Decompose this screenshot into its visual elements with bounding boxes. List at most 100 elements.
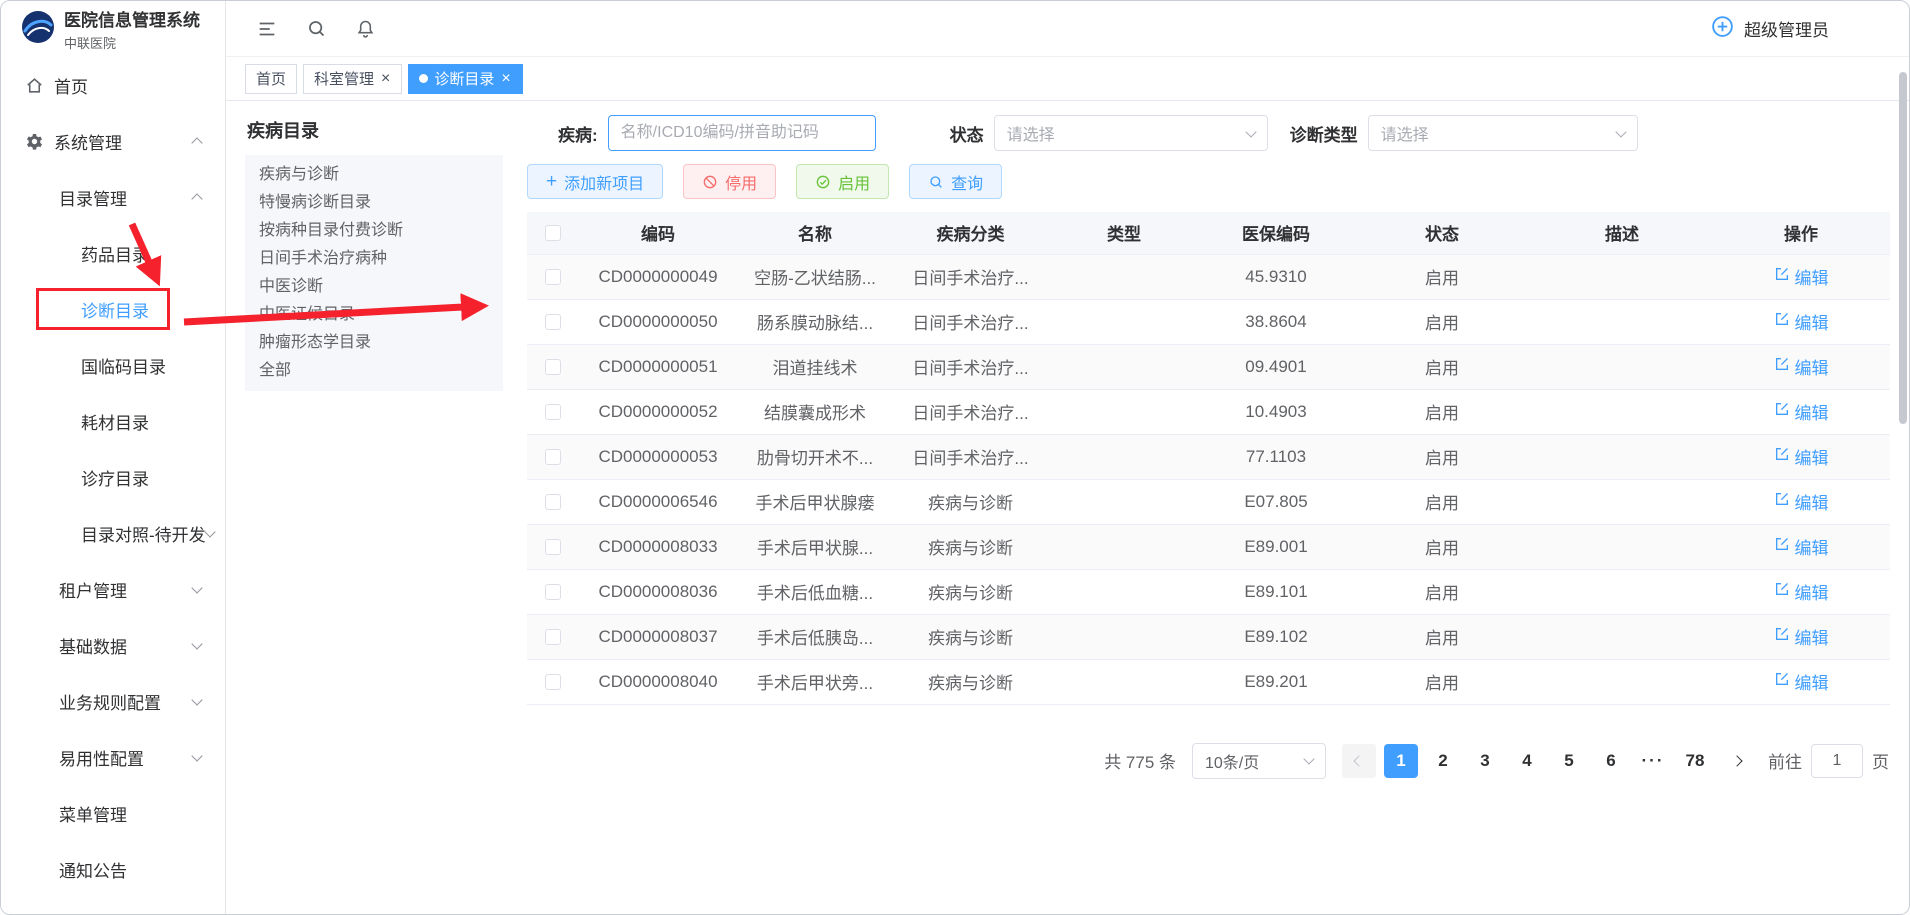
edit-button[interactable]: 编辑 (1774, 444, 1829, 469)
chevron-down-icon (1615, 126, 1626, 137)
column-header-5: 状态 (1352, 212, 1532, 254)
catalog-item-4[interactable]: 中医诊断 (245, 273, 503, 301)
disable-button[interactable]: 停用 (683, 164, 776, 199)
disease-filter-label: 疾病: (558, 121, 598, 146)
sidebar-item-6[interactable]: 耗材目录 (1, 393, 225, 449)
select-all-cell (527, 212, 579, 254)
sidebar-item-5[interactable]: 国临码目录 (1, 337, 225, 393)
chevron-down-icon (191, 694, 202, 705)
diagnosis-type-select[interactable]: 请选择 (1368, 115, 1638, 151)
chevron-down-icon (191, 582, 202, 593)
query-button[interactable]: 查询 (909, 164, 1002, 199)
plus-icon: + (546, 172, 557, 191)
pagination-page-78[interactable]: 78 (1678, 744, 1712, 778)
edit-button[interactable]: 编辑 (1774, 264, 1829, 289)
column-header-1: 名称 (737, 212, 893, 254)
column-header-0: 编码 (579, 212, 737, 254)
sidebar-item-8[interactable]: 目录对照-待开发 (1, 505, 225, 561)
close-icon[interactable]: × (500, 71, 511, 87)
main-area: 超级管理员 首页科室管理×诊断目录× 疾病目录 疾病与诊断特慢病诊断目录按病种目… (226, 1, 1909, 914)
sidebar-item-label: 诊疗目录 (81, 465, 149, 490)
catalog-item-5[interactable]: 中医证候目录 (245, 301, 503, 329)
page-size-select[interactable]: 10条/页 (1192, 743, 1326, 779)
search-icon[interactable] (306, 18, 327, 39)
row-checkbox[interactable] (545, 269, 561, 285)
row-checkbox[interactable] (545, 629, 561, 645)
edit-button[interactable]: 编辑 (1774, 669, 1829, 694)
select-all-checkbox[interactable] (545, 225, 561, 241)
sidebar-item-14[interactable]: 通知公告 (1, 841, 225, 897)
goto-page-input[interactable] (1811, 744, 1863, 778)
search-icon (928, 174, 944, 190)
catalog-item-0[interactable]: 疾病与诊断 (245, 161, 503, 189)
close-icon[interactable]: × (380, 71, 391, 87)
sidebar-item-4[interactable]: 诊断目录 (1, 281, 225, 337)
table-row: CD0000008033手术后甲状腺...疾病与诊断E89.001启用编辑 (527, 524, 1890, 569)
edit-button[interactable]: 编辑 (1774, 624, 1829, 649)
edit-button[interactable]: 编辑 (1774, 399, 1829, 424)
pagination-page-5[interactable]: 5 (1552, 744, 1586, 778)
status-select[interactable]: 请选择 (994, 115, 1268, 151)
pagination-page-2[interactable]: 2 (1426, 744, 1460, 778)
bell-icon[interactable] (355, 18, 376, 39)
catalog-item-7[interactable]: 全部 (245, 357, 503, 385)
row-checkbox[interactable] (545, 314, 561, 330)
sidebar: 医院信息管理系统 中联医院 首页系统管理目录管理药品目录诊断目录国临码目录耗材目… (1, 1, 226, 914)
cell-name: 手术后低胰岛... (737, 614, 893, 659)
hamburger-icon[interactable] (256, 18, 278, 40)
row-checkbox[interactable] (545, 539, 561, 555)
sidebar-item-2[interactable]: 目录管理 (1, 169, 225, 225)
enable-button[interactable]: 启用 (796, 164, 889, 199)
table-row: CD0000000049空肠-乙状结肠...日间手术治疗...45.9310启用… (527, 254, 1890, 299)
gear-icon (25, 132, 44, 151)
catalog-item-3[interactable]: 日间手术治疗病种 (245, 245, 503, 273)
cell-name: 泪道挂线术 (737, 344, 893, 389)
edit-button[interactable]: 编辑 (1774, 354, 1829, 379)
pagination-prev-button[interactable] (1342, 744, 1376, 778)
catalog-item-1[interactable]: 特慢病诊断目录 (245, 189, 503, 217)
catalog-item-2[interactable]: 按病种目录付费诊断 (245, 217, 503, 245)
edit-button[interactable]: 编辑 (1774, 534, 1829, 559)
row-checkbox[interactable] (545, 584, 561, 600)
catalog-item-6[interactable]: 肿瘤形态学目录 (245, 329, 503, 357)
pagination-page-6[interactable]: 6 (1594, 744, 1628, 778)
pagination-page-1[interactable]: 1 (1384, 744, 1418, 778)
cell-status: 启用 (1352, 254, 1532, 299)
pagination-page-4[interactable]: 4 (1510, 744, 1544, 778)
row-checkbox[interactable] (545, 494, 561, 510)
add-item-button[interactable]: + 添加新项目 (527, 164, 663, 199)
sidebar-item-9[interactable]: 租户管理 (1, 561, 225, 617)
sidebar-item-7[interactable]: 诊疗目录 (1, 449, 225, 505)
row-checkbox[interactable] (545, 359, 561, 375)
pagination-page-3[interactable]: 3 (1468, 744, 1502, 778)
row-checkbox[interactable] (545, 674, 561, 690)
sidebar-item-12[interactable]: 易用性配置 (1, 729, 225, 785)
work-area: 疾病: 状态 请选择 诊断类型 请选择 (527, 115, 1889, 914)
edit-button[interactable]: 编辑 (1774, 579, 1829, 604)
sidebar-item-1[interactable]: 系统管理 (1, 113, 225, 169)
sidebar-item-3[interactable]: 药品目录 (1, 225, 225, 281)
table-row: CD0000000053肋骨切开术不...日间手术治疗...77.1103启用编… (527, 434, 1890, 479)
cell-desc (1532, 569, 1712, 614)
pagination-next-button[interactable] (1720, 744, 1754, 778)
scrollbar-thumb[interactable] (1899, 72, 1907, 424)
row-checkbox[interactable] (545, 404, 561, 420)
sidebar-item-11[interactable]: 业务规则配置 (1, 673, 225, 729)
sidebar-item-0[interactable]: 首页 (1, 57, 225, 113)
row-checkbox[interactable] (545, 449, 561, 465)
goto-suffix: 页 (1872, 748, 1889, 773)
sidebar-item-13[interactable]: 菜单管理 (1, 785, 225, 841)
user-menu[interactable]: 超级管理员 (1710, 14, 1829, 44)
tab-2[interactable]: 诊断目录× (408, 64, 522, 94)
topbar: 超级管理员 (226, 1, 1909, 57)
scrollbar[interactable] (1899, 58, 1907, 905)
edit-button[interactable]: 编辑 (1774, 489, 1829, 514)
disease-search-input[interactable] (608, 115, 876, 151)
pagination-more[interactable]: ··· (1636, 744, 1670, 778)
tab-0[interactable]: 首页 (245, 64, 297, 94)
edit-button[interactable]: 编辑 (1774, 309, 1829, 334)
cell-status: 启用 (1352, 389, 1532, 434)
goto-label: 前往 (1768, 748, 1802, 773)
tab-1[interactable]: 科室管理× (303, 64, 402, 94)
sidebar-item-10[interactable]: 基础数据 (1, 617, 225, 673)
